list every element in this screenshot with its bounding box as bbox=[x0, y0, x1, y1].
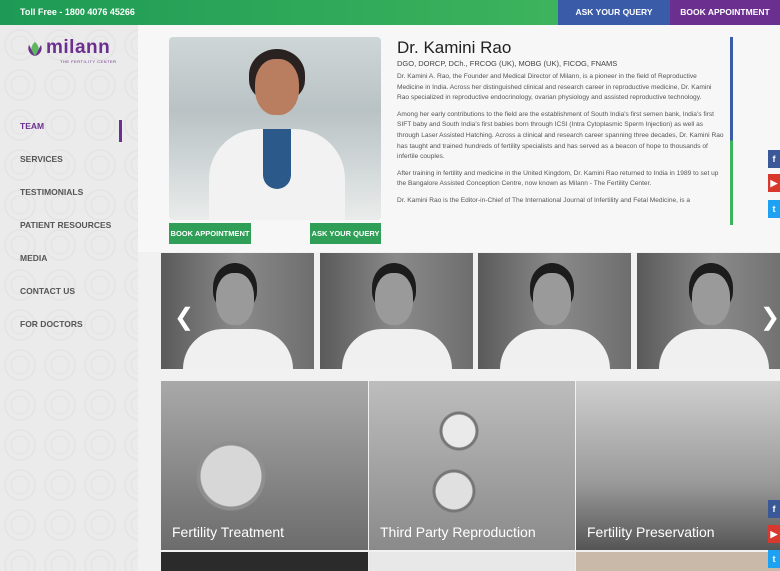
service-tile-fertility-treatment[interactable]: Fertility Treatment bbox=[161, 381, 368, 550]
carousel-next-arrow-icon[interactable]: ❯ bbox=[760, 306, 780, 330]
logo-name: milann bbox=[46, 37, 111, 58]
toll-free-number: Toll Free - 1800 4076 45266 bbox=[20, 7, 135, 17]
youtube-icon[interactable]: ▶ bbox=[768, 174, 780, 192]
lotus-icon bbox=[28, 42, 42, 56]
photo-face bbox=[255, 59, 299, 115]
youtube-icon[interactable]: ▶ bbox=[768, 525, 780, 543]
carousel-prev-arrow-icon[interactable]: ❮ bbox=[174, 306, 194, 330]
doctor-bio[interactable]: Dr. Kamini A. Rao, the Founder and Medic… bbox=[397, 72, 724, 222]
team-member-photo[interactable] bbox=[478, 253, 631, 369]
bio-paragraph: Dr. Kamini Rao is the Editor-in-Chief of… bbox=[397, 196, 691, 204]
book-appointment-top-button[interactable]: BOOK APPOINTMENT bbox=[670, 0, 780, 25]
nav-item-services[interactable]: SERVICES bbox=[20, 154, 63, 164]
service-tile-label: Fertility Preservation bbox=[587, 524, 715, 540]
photo-blouse bbox=[263, 129, 291, 189]
service-tile-label: Third Party Reproduction bbox=[380, 524, 536, 540]
bio-paragraph: Dr. Kamini A. Rao, the Founder and Medic… bbox=[397, 73, 712, 102]
doctor-credentials: DGO, DORCP, DCh., FRCOG (UK), MOBG (UK),… bbox=[397, 59, 618, 68]
nav-item-contact-us[interactable]: CONTACT US bbox=[20, 286, 75, 296]
team-member-photo[interactable] bbox=[637, 253, 780, 369]
service-tile-third-party-reproduction[interactable]: Third Party Reproduction bbox=[369, 381, 575, 550]
book-appointment-button[interactable]: BOOK APPOINTMENT bbox=[169, 223, 251, 244]
service-tile-partial[interactable] bbox=[161, 552, 368, 571]
service-tile-partial[interactable] bbox=[576, 552, 780, 571]
doctor-photo bbox=[169, 37, 381, 220]
service-tile-partial[interactable] bbox=[369, 552, 575, 571]
milann-logo[interactable]: milann THE FERTILITY CENTER bbox=[26, 37, 116, 67]
bio-paragraph: Among her early contributions to the fie… bbox=[397, 110, 724, 161]
facebook-icon[interactable]: f bbox=[768, 500, 780, 518]
active-nav-indicator bbox=[119, 120, 122, 142]
twitter-icon[interactable]: t bbox=[768, 200, 780, 218]
team-member-photo[interactable] bbox=[320, 253, 473, 369]
doctor-profile: BOOK APPOINTMENT ASK YOUR QUERY Dr. Kami… bbox=[138, 25, 780, 252]
twitter-icon[interactable]: t bbox=[768, 550, 780, 568]
doctor-name: Dr. Kamini Rao bbox=[397, 38, 512, 57]
ask-query-button[interactable]: ASK YOUR QUERY bbox=[310, 223, 381, 244]
sidebar: milann THE FERTILITY CENTER TEAM SERVICE… bbox=[0, 25, 138, 571]
team-carousel bbox=[161, 253, 780, 369]
bio-scrollbar[interactable] bbox=[730, 37, 733, 225]
nav-item-media[interactable]: MEDIA bbox=[20, 253, 47, 263]
nav-item-testimonials[interactable]: TESTIMONIALS bbox=[20, 187, 83, 197]
ask-query-top-button[interactable]: ASK YOUR QUERY bbox=[558, 0, 670, 25]
nav-item-team[interactable]: TEAM bbox=[20, 121, 44, 131]
nav-item-patient-resources[interactable]: PATIENT RESOURCES bbox=[20, 220, 111, 230]
facebook-icon[interactable]: f bbox=[768, 150, 780, 168]
logo-tagline: THE FERTILITY CENTER bbox=[60, 59, 117, 64]
service-tile-label: Fertility Treatment bbox=[172, 524, 285, 540]
bio-paragraph: After training in fertility and medicine… bbox=[397, 169, 719, 188]
nav-item-for-doctors[interactable]: FOR DOCTORS bbox=[20, 319, 83, 329]
service-tile-fertility-preservation[interactable]: Fertility Preservation bbox=[576, 381, 780, 550]
